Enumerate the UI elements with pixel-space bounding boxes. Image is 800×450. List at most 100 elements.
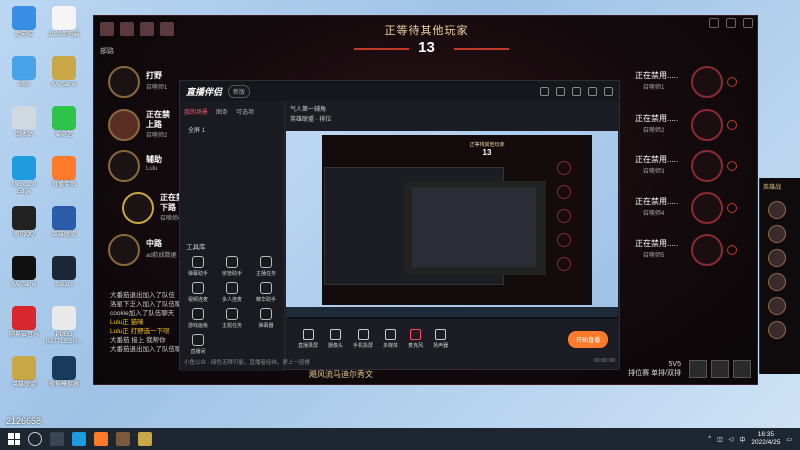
screen-record-button[interactable]: 直播录屏 (298, 329, 318, 349)
avatar[interactable] (120, 22, 134, 36)
menu-icon[interactable] (556, 86, 565, 96)
desktop-icon-label: 网络 (17, 82, 30, 88)
windows-start-icon[interactable] (8, 433, 20, 445)
maximize-icon[interactable] (588, 86, 597, 96)
close-icon[interactable] (743, 18, 753, 28)
control-label: 手机投屏 (353, 343, 374, 349)
captured-inner-preview (412, 187, 536, 267)
avatar[interactable] (768, 225, 786, 243)
desktop-icon[interactable]: 回收站 (4, 106, 44, 139)
network-icon[interactable]: ◫ (717, 436, 723, 443)
mic-button[interactable] (733, 360, 751, 378)
clock[interactable]: 16:35 2022/4/25 (751, 431, 780, 447)
desktop-icon[interactable]: 网络 (4, 56, 44, 89)
emote-button[interactable] (711, 360, 729, 378)
tool-item[interactable]: 房管助手 (218, 256, 246, 277)
game-taskbar-icon[interactable] (116, 432, 130, 446)
desktop-icon[interactable]: 直播伴侣 (44, 156, 84, 189)
tool-item[interactable]: 视频连麦 (184, 282, 212, 303)
desktop-icon[interactable]: 夜神模拟器 (44, 356, 84, 389)
monitor-icon (302, 329, 314, 340)
input-language[interactable]: 中 (739, 435, 745, 444)
desktop-icon[interactable]: PUBG BATTLEGR... (44, 306, 84, 346)
avatar[interactable] (540, 86, 549, 96)
avatar[interactable] (768, 321, 786, 339)
chevron-up-icon[interactable]: ^ (708, 436, 711, 442)
lol-taskbar-icon[interactable] (138, 432, 152, 446)
desktop-icon-label: WeGame (51, 82, 77, 88)
tool-item[interactable]: 多人连麦 (218, 282, 246, 303)
task-view-icon[interactable] (50, 432, 64, 446)
control-label: 麦克风 (408, 343, 424, 349)
slot-summoner: Lulu (146, 166, 158, 172)
desktop-icon[interactable]: Steam (44, 256, 84, 289)
avatar[interactable] (100, 22, 114, 36)
desktop-icon[interactable]: 爱奇艺 (44, 106, 84, 139)
avatar[interactable] (768, 273, 786, 291)
avatar[interactable] (768, 201, 786, 219)
stream-category[interactable]: 英雄联盟 · 排位 (290, 115, 331, 125)
app-icon (52, 206, 76, 230)
scene-tabs: 我的场景 图条 可选项 (180, 101, 284, 122)
speaker-icon (435, 329, 447, 340)
ban-icon (727, 120, 737, 130)
desktop-icon[interactable]: WeGame (44, 56, 84, 89)
tool-item[interactable]: 弹幕器 (252, 308, 280, 329)
champion-slot (691, 192, 723, 224)
desktop-icon[interactable]: 腾讯QQ (4, 206, 44, 239)
tool-item[interactable]: 游戏画板 (184, 308, 212, 329)
desktop-icon[interactable]: 英雄联盟 (4, 356, 44, 389)
media-button[interactable]: 多媒体 (383, 329, 398, 349)
tool-item[interactable]: 主播任务 (252, 256, 280, 277)
go-live-button[interactable]: 开始直播 (567, 330, 608, 348)
tool-icon (192, 308, 204, 320)
window-controls (709, 18, 753, 28)
desktop-icon[interactable]: 英雄联盟 (44, 206, 84, 239)
desktop-icon[interactable]: WeGame (4, 256, 44, 289)
lane-header: 部路 (100, 48, 114, 55)
tool-label: 精华助手 (255, 297, 276, 303)
minimize-icon[interactable] (726, 18, 736, 28)
status-bar: 小鱼公众 · 绿色无障可能，直播者经纬，更上一层楼 00:00:00 (184, 358, 615, 366)
desktop-icon[interactable]: 此电脑 (4, 6, 44, 39)
scene-item[interactable]: 全屏 1 (180, 122, 284, 137)
avatar[interactable] (768, 297, 786, 315)
volume-icon[interactable]: ◁ (729, 436, 734, 443)
notification-icon[interactable]: ▭ (786, 436, 792, 443)
search-icon[interactable] (28, 432, 42, 446)
close-icon[interactable] (604, 86, 613, 96)
tool-item[interactable]: 精华助手 (252, 282, 280, 303)
app-icon (52, 356, 76, 380)
queue-mode: 5V5 排位赛 单排/双排 (628, 360, 681, 378)
app-icon (12, 156, 36, 180)
camera-button[interactable]: 摄像头 (328, 329, 343, 349)
desktop-icon[interactable]: 2020年的最 (44, 6, 84, 39)
speaker-button[interactable]: 扬声器 (433, 329, 448, 349)
settings-icon[interactable] (709, 18, 719, 28)
control-label: 多媒体 (383, 343, 399, 349)
queue-type: 排位赛 单排/双排 (628, 370, 681, 377)
mic-button[interactable]: 麦克风 (408, 329, 423, 349)
tab-layers[interactable]: 图条 (216, 107, 228, 116)
ban-icon (727, 77, 737, 87)
waiting-title: 正等待其他玩家 (384, 25, 469, 37)
desktop-icon[interactable]: Microsoft Edge (4, 156, 44, 196)
avatar[interactable] (768, 249, 786, 267)
tab-options[interactable]: 可选项 (236, 107, 254, 116)
minimize-icon[interactable] (572, 86, 581, 96)
tool-item[interactable]: 主题任务 (218, 308, 246, 329)
slot-role: 辅助 (146, 155, 162, 164)
tool-item[interactable]: 弹幕助手 (184, 256, 212, 277)
version-badge[interactable]: 新版 (228, 84, 251, 98)
slot-role: 上路 (146, 120, 162, 129)
phone-cast-button[interactable]: 手机投屏 (353, 329, 373, 349)
chat-button[interactable] (689, 360, 707, 378)
edge-icon[interactable] (72, 432, 86, 446)
tool-label: 房管助手 (221, 271, 242, 277)
avatar[interactable] (140, 22, 154, 36)
desktop-icon[interactable]: 网易云音乐 (4, 306, 44, 339)
tool-item[interactable]: 直播间 (184, 334, 212, 355)
avatar[interactable] (160, 22, 174, 36)
stream-app-taskbar-icon[interactable] (94, 432, 108, 446)
tab-scenes[interactable]: 我的场景 (184, 107, 208, 116)
